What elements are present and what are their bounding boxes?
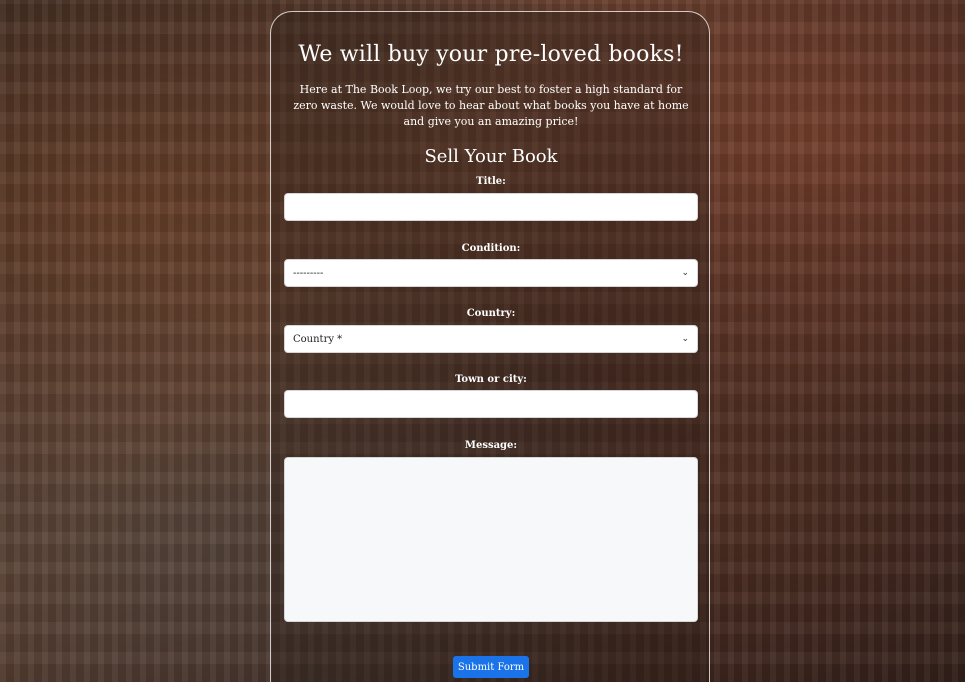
town-input[interactable]: [284, 390, 698, 418]
country-select[interactable]: Country * ⌄: [284, 325, 698, 353]
page-heading: We will buy your pre-loved books!: [298, 42, 684, 67]
condition-selected-value: ---------: [293, 267, 324, 279]
title-label: Title:: [476, 176, 506, 187]
country-label: Country:: [466, 308, 516, 319]
title-input[interactable]: [284, 193, 698, 221]
submit-form-button[interactable]: Submit Form: [453, 656, 529, 678]
chevron-down-icon: ⌄: [681, 268, 689, 278]
condition-select[interactable]: --------- ⌄: [284, 259, 698, 287]
form-title: Sell Your Book: [424, 146, 558, 167]
country-selected-value: Country *: [293, 333, 343, 345]
message-textarea[interactable]: [284, 457, 698, 622]
condition-label: Condition:: [461, 243, 521, 254]
chevron-down-icon: ⌄: [681, 334, 689, 344]
message-label: Message:: [464, 440, 518, 451]
sell-book-panel: We will buy your pre-loved books! Here a…: [270, 11, 710, 682]
intro-text: Here at The Book Loop, we try our best t…: [293, 83, 689, 128]
town-label: Town or city:: [455, 374, 527, 385]
